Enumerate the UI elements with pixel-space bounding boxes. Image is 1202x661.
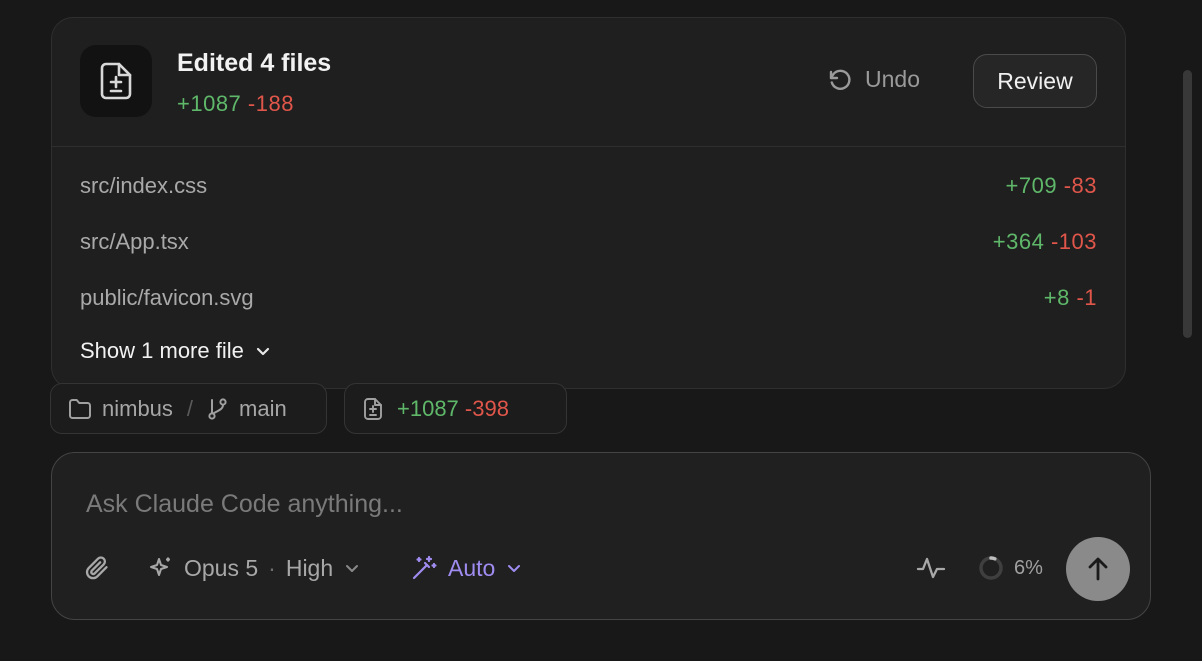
activity-button[interactable] xyxy=(916,551,946,585)
prompt-composer: Opus 5 · High Auto xyxy=(51,452,1151,620)
file-row[interactable]: public/favicon.svg +8 -1 xyxy=(80,282,1097,314)
context-ring-icon xyxy=(979,556,1003,580)
file-name: src/index.css xyxy=(80,173,208,198)
edited-files-header: Edited 4 files +1087 -188 Undo Review xyxy=(52,18,1125,147)
scrollbar[interactable] xyxy=(1183,70,1192,338)
edited-files-stats: +1087 -188 xyxy=(177,91,294,117)
file-diff-icon xyxy=(80,45,152,117)
file-row[interactable]: src/index.css +709 -83 xyxy=(80,170,1097,202)
context-usage-label: 6% xyxy=(1014,556,1043,579)
model-name: Opus 5 xyxy=(184,554,259,581)
lines-added: +1087 xyxy=(177,91,242,116)
file-name: src/App.tsx xyxy=(80,229,189,254)
file-lines-added: +8 xyxy=(1043,285,1070,310)
arrow-up-icon xyxy=(1088,557,1108,581)
branch-name: main xyxy=(239,395,287,421)
show-more-files-button[interactable]: Show 1 more file xyxy=(80,338,272,364)
app-root: Edited 4 files +1087 -188 Undo Review sr… xyxy=(0,0,1202,661)
file-stats: +364 -103 xyxy=(993,229,1097,255)
folder-icon xyxy=(69,398,91,419)
show-more-label: Show 1 more file xyxy=(80,338,244,363)
edited-files-panel: Edited 4 files +1087 -188 Undo Review sr… xyxy=(51,17,1126,389)
file-lines-removed: -103 xyxy=(1050,229,1097,254)
effort-level: High xyxy=(285,554,334,581)
review-button[interactable]: Review xyxy=(973,54,1097,108)
file-diff-icon xyxy=(364,397,382,420)
prompt-input[interactable] xyxy=(84,483,988,525)
mode-label: Auto xyxy=(448,554,496,581)
sparkles-icon xyxy=(150,557,170,576)
send-button[interactable] xyxy=(1066,537,1130,601)
chevron-down-icon xyxy=(256,347,269,356)
model-selector[interactable]: Opus 5 · High xyxy=(148,551,361,585)
file-row[interactable]: src/App.tsx +364 -103 xyxy=(80,226,1097,258)
model-separator: · xyxy=(268,554,276,581)
attach-button[interactable] xyxy=(84,551,112,585)
magic-wand-icon xyxy=(412,555,437,580)
paperclip-icon xyxy=(85,556,108,580)
file-name: public/favicon.svg xyxy=(80,285,254,310)
diff-removed: -398 xyxy=(464,395,509,421)
file-lines-added: +709 xyxy=(1005,173,1058,198)
activity-icon xyxy=(916,557,946,579)
file-stats: +709 -83 xyxy=(1006,173,1097,199)
context-usage: 6% xyxy=(978,551,1043,585)
diff-added: +1087 xyxy=(397,395,459,421)
chevron-down-icon xyxy=(346,565,359,572)
file-lines-removed: -83 xyxy=(1063,173,1097,198)
chevron-down-icon xyxy=(508,565,521,572)
file-lines-added: +364 xyxy=(992,229,1045,254)
repo-name: nimbus xyxy=(102,395,173,421)
undo-label: Undo xyxy=(865,66,920,92)
diff-summary-chip[interactable]: +1087 -398 xyxy=(344,383,567,434)
path-separator: / xyxy=(186,395,194,421)
undo-button[interactable]: Undo xyxy=(827,66,920,93)
file-lines-removed: -1 xyxy=(1076,285,1097,310)
lines-removed: -188 xyxy=(247,91,294,116)
undo-icon xyxy=(829,69,851,90)
git-branch-icon xyxy=(208,397,227,420)
edited-files-title: Edited 4 files xyxy=(177,49,332,77)
file-stats: +8 -1 xyxy=(1044,285,1097,311)
diff-counts: +1087 -398 xyxy=(397,396,509,422)
mode-selector[interactable]: Auto xyxy=(410,551,523,585)
repo-branch-chip[interactable]: nimbus / main xyxy=(50,383,327,434)
